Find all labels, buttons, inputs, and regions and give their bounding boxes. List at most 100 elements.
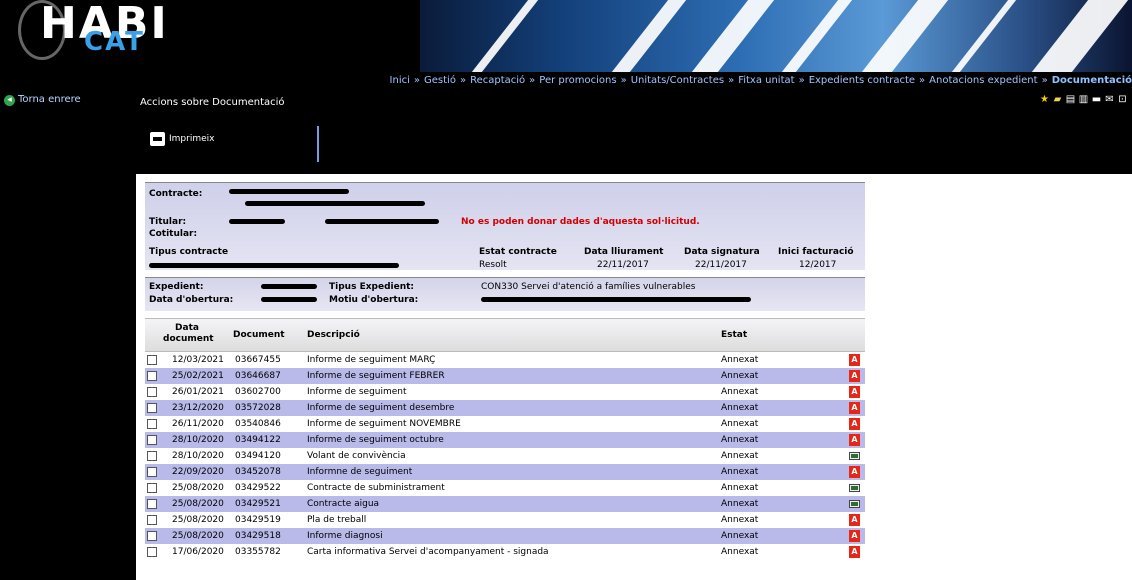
row-checkbox[interactable] bbox=[147, 387, 157, 397]
row-description: Informe de seguiment bbox=[307, 387, 407, 397]
row-date: 25/08/2020 bbox=[172, 499, 224, 509]
exit-icon[interactable]: ⊡ bbox=[1117, 94, 1128, 105]
pdf-icon[interactable]: A bbox=[849, 402, 860, 414]
row-status: Annexat bbox=[721, 515, 759, 525]
row-checkbox[interactable] bbox=[147, 467, 157, 477]
data-signatura-label: Data signatura bbox=[684, 247, 760, 257]
breadcrumb-item[interactable]: Unitats/Contractes bbox=[631, 75, 724, 86]
back-button[interactable]: ◂ Torna enrere bbox=[4, 93, 81, 107]
folder-icon[interactable]: ▰ bbox=[1052, 94, 1063, 105]
row-checkbox[interactable] bbox=[147, 403, 157, 413]
expedient-info: Expedient: Tipus Expedient: CON330 Serve… bbox=[145, 277, 865, 311]
breadcrumb-item[interactable]: Documentació bbox=[1052, 75, 1132, 86]
row-status: Annexat bbox=[721, 467, 759, 477]
row-status: Annexat bbox=[721, 499, 759, 509]
breadcrumb-separator: » bbox=[620, 75, 627, 86]
breadcrumb: Inici» Gestió» Recaptació» Per promocions» U… bbox=[390, 73, 1132, 89]
star-icon[interactable]: ★ bbox=[1039, 94, 1050, 105]
left-sidebar: ◂ Torna enrere bbox=[0, 90, 136, 580]
image-icon[interactable] bbox=[849, 500, 860, 508]
row-date: 23/12/2020 bbox=[172, 403, 224, 413]
image-icon[interactable] bbox=[849, 452, 860, 460]
mail-icon[interactable]: ✉ bbox=[1104, 94, 1115, 105]
list-icon[interactable]: ▤ bbox=[1065, 94, 1076, 105]
row-document: 03429519 bbox=[235, 515, 281, 525]
table-row: 25/08/2020 03429521 Contracte aigua Annexat bbox=[145, 496, 865, 512]
row-checkbox[interactable] bbox=[147, 419, 157, 429]
row-checkbox[interactable] bbox=[147, 531, 157, 541]
breadcrumb-separator: » bbox=[798, 75, 805, 86]
row-description: Contracte aigua bbox=[307, 499, 380, 509]
row-document: 03355782 bbox=[235, 547, 281, 557]
row-document: 03429521 bbox=[235, 499, 281, 509]
row-description: Informe de seguiment FEBRER bbox=[307, 371, 445, 381]
breadcrumb-item[interactable]: Per promocions bbox=[539, 75, 616, 86]
table-header: Data document Document Descripció Estat bbox=[145, 318, 865, 352]
redaction bbox=[481, 297, 751, 302]
redaction bbox=[229, 219, 285, 224]
print-button[interactable]: Imprimeix bbox=[150, 132, 214, 146]
redaction bbox=[261, 297, 317, 302]
breadcrumb-item[interactable]: Gestió bbox=[424, 75, 456, 86]
row-document: 03429522 bbox=[235, 483, 281, 493]
row-date: 25/08/2020 bbox=[172, 531, 224, 541]
row-date: 22/09/2020 bbox=[172, 467, 224, 477]
row-checkbox[interactable] bbox=[147, 547, 157, 557]
row-description: Volant de convivència bbox=[307, 451, 406, 461]
breadcrumb-separator: » bbox=[529, 75, 536, 86]
breadcrumb-item[interactable]: Recaptació bbox=[470, 75, 525, 86]
image-icon[interactable] bbox=[849, 484, 860, 492]
row-checkbox[interactable] bbox=[147, 515, 157, 525]
col-document[interactable]: Document bbox=[233, 330, 285, 341]
row-checkbox[interactable] bbox=[147, 355, 157, 365]
row-checkbox[interactable] bbox=[147, 499, 157, 509]
table-row: 25/08/2020 03429519 Pla de treball Annexat A bbox=[145, 512, 865, 528]
print-label: Imprimeix bbox=[169, 134, 215, 144]
pdf-icon[interactable]: A bbox=[849, 466, 860, 478]
table-row: 26/11/2020 03540846 Informe de seguiment N… bbox=[145, 416, 865, 432]
row-checkbox[interactable] bbox=[147, 371, 157, 381]
row-status: Annexat bbox=[721, 387, 759, 397]
col-data-document[interactable]: Data document bbox=[163, 323, 214, 345]
estat-contracte-label: Estat contracte bbox=[479, 247, 557, 257]
print-icon[interactable]: ▬ bbox=[1091, 94, 1102, 105]
row-document: 03494120 bbox=[235, 451, 281, 461]
breadcrumb-item[interactable]: Fitxa unitat bbox=[738, 75, 794, 86]
breadcrumb-item[interactable]: Inici bbox=[390, 75, 410, 86]
document-icon[interactable]: ▥ bbox=[1078, 94, 1089, 105]
row-checkbox[interactable] bbox=[147, 483, 157, 493]
breadcrumb-separator: » bbox=[1041, 75, 1048, 86]
breadcrumb-item[interactable]: Expedients contracte bbox=[809, 75, 915, 86]
row-checkbox[interactable] bbox=[147, 451, 157, 461]
printer-icon bbox=[150, 132, 165, 146]
documents-table: Data document Document Descripció Estat … bbox=[145, 318, 865, 560]
redaction bbox=[149, 263, 399, 268]
row-date: 25/08/2020 bbox=[172, 483, 224, 493]
breadcrumb-separator: » bbox=[919, 75, 926, 86]
pdf-icon[interactable]: A bbox=[849, 354, 860, 366]
breadcrumb-item[interactable]: Anotacions expedient bbox=[929, 75, 1037, 86]
row-checkbox[interactable] bbox=[147, 435, 157, 445]
pdf-icon[interactable]: A bbox=[849, 530, 860, 542]
tipus-contracte-label: Tipus contracte bbox=[149, 247, 229, 257]
row-status: Annexat bbox=[721, 355, 759, 365]
pdf-icon[interactable]: A bbox=[849, 546, 860, 558]
expedient-label: Expedient: bbox=[149, 282, 204, 292]
error-message: No es poden donar dades d'aquesta sol·li… bbox=[461, 217, 700, 227]
habicat-logo: HABI CAT bbox=[18, 0, 167, 64]
col-estat[interactable]: Estat bbox=[721, 330, 747, 341]
table-row: 25/08/2020 03429518 Informe diagnosi Annexa… bbox=[145, 528, 865, 544]
table-body: 12/03/2021 03667455 Informe de seguiment M… bbox=[145, 352, 865, 560]
pdf-icon[interactable]: A bbox=[849, 370, 860, 382]
pdf-icon[interactable]: A bbox=[849, 418, 860, 430]
row-date: 28/10/2020 bbox=[172, 451, 224, 461]
row-description: Carta informativa Servei d'acompanyament… bbox=[307, 547, 549, 557]
pdf-icon[interactable]: A bbox=[849, 386, 860, 398]
pdf-icon[interactable]: A bbox=[849, 514, 860, 526]
breadcrumb-separator: » bbox=[728, 75, 735, 86]
row-date: 26/01/2021 bbox=[172, 387, 224, 397]
table-row: 17/06/2020 03355782 Carta informativa Serv… bbox=[145, 544, 865, 560]
col-descripcio[interactable]: Descripció bbox=[307, 330, 360, 341]
pdf-icon[interactable]: A bbox=[849, 434, 860, 446]
row-document: 03602700 bbox=[235, 387, 281, 397]
